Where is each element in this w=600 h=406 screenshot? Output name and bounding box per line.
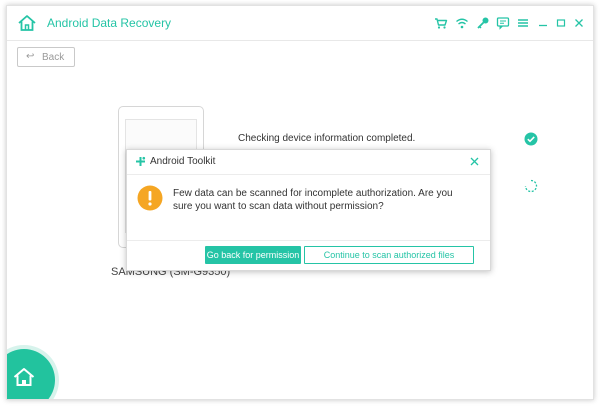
check-complete-icon <box>524 132 538 146</box>
cart-icon[interactable] <box>434 16 448 30</box>
minimize-icon[interactable] <box>536 16 550 30</box>
toolkit-logo-icon <box>136 156 146 166</box>
back-button-label: Back <box>42 52 65 63</box>
app-title: Android Data Recovery <box>47 16 172 30</box>
app-window: Android Data Recovery ↩ Back Checking de… <box>6 5 594 400</box>
go-back-for-permission-button[interactable]: Go back for permission <box>205 246 301 264</box>
maximize-icon[interactable] <box>554 16 568 30</box>
continue-scan-button[interactable]: Continue to scan authorized files <box>304 246 474 264</box>
warning-icon <box>137 185 163 211</box>
dialog-header: Android Toolkit <box>127 150 490 175</box>
home-icon <box>13 368 35 386</box>
close-icon[interactable] <box>572 16 586 30</box>
home-button[interactable] <box>7 349 55 399</box>
back-arrow-icon: ↩ <box>26 51 35 62</box>
checking-status-text: Checking device information completed. <box>238 133 416 144</box>
back-button[interactable]: ↩ Back <box>17 47 75 67</box>
android-toolkit-dialog: Android Toolkit Few data can be scanned … <box>126 149 491 271</box>
home-icon[interactable] <box>17 13 37 33</box>
title-bar: Android Data Recovery <box>7 6 593 41</box>
dialog-title: Android Toolkit <box>150 156 216 167</box>
dialog-close-icon[interactable] <box>469 156 480 167</box>
menu-icon[interactable] <box>516 16 530 30</box>
key-icon[interactable] <box>476 16 490 30</box>
dialog-divider <box>127 240 490 241</box>
loading-spinner-icon <box>524 179 538 193</box>
dialog-message: Few data can be scanned for incomplete a… <box>173 188 453 212</box>
wifi-icon[interactable] <box>455 16 469 30</box>
feedback-icon[interactable] <box>496 16 510 30</box>
